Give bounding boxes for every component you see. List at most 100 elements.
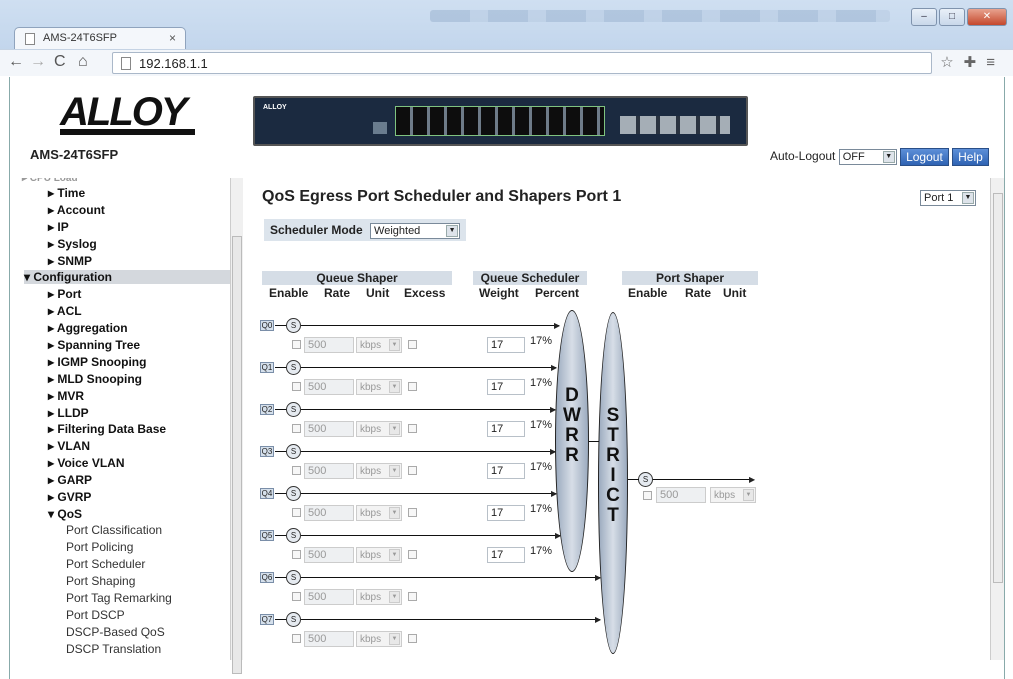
port-shaper-rate-input[interactable]: 500	[656, 487, 706, 503]
sidebar-item[interactable]: ▸ Syslog	[48, 237, 97, 251]
sidebar-item[interactable]: ▸ Voice VLAN	[48, 456, 124, 470]
sidebar-item[interactable]: DSCP Translation	[66, 642, 161, 656]
sidebar-item[interactable]: ▸ Aggregation	[48, 321, 128, 335]
queue-excess-checkbox[interactable]	[408, 382, 417, 391]
sidebar-item[interactable]: ▸ Filtering Data Base	[48, 422, 166, 436]
browser-chrome: AMS-24T6SFP × – □ ✕ ← → C ⌂ 192.168.1.1 …	[0, 0, 1013, 76]
sidebar-item[interactable]: ▸ GARP	[48, 473, 92, 487]
queue-enable-checkbox[interactable]	[292, 340, 301, 349]
queue-excess-checkbox[interactable]	[408, 592, 417, 601]
sidebar-item[interactable]: ▾ Configuration	[24, 270, 230, 284]
queue-excess-checkbox[interactable]	[408, 550, 417, 559]
queue-excess-checkbox[interactable]	[408, 634, 417, 643]
queue-excess-checkbox[interactable]	[408, 508, 417, 517]
queue-enable-checkbox[interactable]	[292, 424, 301, 433]
queue-enable-checkbox[interactable]	[292, 466, 301, 475]
queue-rate-input[interactable]: 500	[304, 463, 354, 479]
queue-rate-input[interactable]: 500	[304, 337, 354, 353]
back-icon[interactable]: ←	[8, 53, 24, 71]
queue-rate-input[interactable]: 500	[304, 505, 354, 521]
sidebar-item[interactable]: ▸ VLAN	[48, 439, 90, 453]
sidebar-item[interactable]: DSCP-Based QoS	[66, 625, 165, 639]
port-shaper-enable-checkbox[interactable]	[643, 491, 652, 500]
browser-tab[interactable]: AMS-24T6SFP ×	[14, 27, 186, 49]
help-button[interactable]: Help	[952, 148, 989, 166]
minimize-icon[interactable]: –	[911, 8, 937, 26]
sidebar-scrollbar[interactable]	[230, 178, 243, 674]
sidebar-item[interactable]: ▸ IP	[48, 220, 69, 234]
maximize-icon[interactable]: □	[939, 8, 965, 26]
queue-unit-select[interactable]: kbps ▼	[356, 589, 402, 605]
queue-percent: 17%	[530, 461, 553, 473]
sidebar-item[interactable]: ▾ QoS	[48, 507, 82, 521]
queue-shaper-circle: S	[286, 528, 301, 543]
sidebar-scroll-thumb[interactable]	[232, 236, 242, 674]
sidebar-item[interactable]: Port Scheduler	[66, 557, 145, 571]
port-select[interactable]: Port 1 ▼	[920, 190, 976, 206]
chevron-down-icon: ▼	[389, 465, 400, 477]
sidebar-item[interactable]: Port Shaping	[66, 574, 135, 588]
main-scroll-thumb[interactable]	[993, 193, 1003, 583]
sidebar-item[interactable]: Port Policing	[66, 540, 133, 554]
queue-rate-input[interactable]: 500	[304, 631, 354, 647]
queue-unit-select[interactable]: kbps ▼	[356, 505, 402, 521]
sidebar-item[interactable]: Port DSCP	[66, 608, 125, 622]
queue-unit-select[interactable]: kbps ▼	[356, 547, 402, 563]
queue-rate-input[interactable]: 500	[304, 547, 354, 563]
sidebar-item[interactable]: ▸ MVR	[48, 389, 84, 403]
port-output-line	[653, 479, 753, 480]
address-bar[interactable]: 192.168.1.1	[112, 52, 932, 74]
queue-weight-input[interactable]: 17	[487, 547, 525, 563]
reload-icon[interactable]: C	[54, 53, 66, 71]
sidebar-item[interactable]: ▸ ACL	[48, 304, 82, 318]
sidebar-item[interactable]: ▸ Account	[48, 203, 105, 217]
close-window-icon[interactable]: ✕	[967, 8, 1007, 26]
queue-excess-checkbox[interactable]	[408, 340, 417, 349]
queue-weight-input[interactable]: 17	[487, 505, 525, 521]
sidebar-item[interactable]: Port Classification	[66, 523, 162, 537]
queue-excess-checkbox[interactable]	[408, 424, 417, 433]
queue-unit-select[interactable]: kbps ▼	[356, 631, 402, 647]
switch-front-panel-image: ALLOY	[253, 96, 748, 146]
toolbar-icons[interactable]: ☆✚≡	[940, 53, 1005, 71]
queue-scheduler-columns: Weight Percent	[479, 286, 580, 300]
sidebar-item[interactable]: ▸ Time	[48, 186, 85, 200]
sidebar-item[interactable]: ▸ IGMP Snooping	[48, 355, 146, 369]
port-select-wrap: Port 1 ▼	[920, 190, 976, 206]
queue-weight-input[interactable]: 17	[487, 463, 525, 479]
queue-unit-select[interactable]: kbps ▼	[356, 337, 402, 353]
main-scrollbar[interactable]	[990, 178, 1004, 660]
home-icon[interactable]: ⌂	[78, 53, 88, 71]
queue-enable-checkbox[interactable]	[292, 508, 301, 517]
queue-rate-input[interactable]: 500	[304, 421, 354, 437]
queue-enable-checkbox[interactable]	[292, 592, 301, 601]
queue-shaper-circle: S	[286, 486, 301, 501]
tab-close-icon[interactable]: ×	[169, 31, 176, 45]
queue-weight-input[interactable]: 17	[487, 421, 525, 437]
sidebar-item[interactable]: ▸ SNMP	[48, 254, 92, 268]
forward-icon[interactable]: →	[30, 53, 46, 71]
queue-enable-checkbox[interactable]	[292, 634, 301, 643]
sidebar-item[interactable]: ▸ GVRP	[48, 490, 91, 504]
queue-unit-select[interactable]: kbps ▼	[356, 421, 402, 437]
queue-weight-input[interactable]: 17	[487, 379, 525, 395]
queue-unit-select[interactable]: kbps ▼	[356, 379, 402, 395]
sidebar-item[interactable]: ▸ Spanning Tree	[48, 338, 140, 352]
sidebar-item[interactable]: ▸ MLD Snooping	[48, 372, 142, 386]
sidebar-item[interactable]: Port Tag Remarking	[66, 591, 172, 605]
arrow-right-icon: ▶	[550, 447, 557, 456]
port-shaper-unit-select[interactable]: kbps ▼	[710, 487, 756, 503]
queue-enable-checkbox[interactable]	[292, 550, 301, 559]
auto-logout-select[interactable]: OFF ▼	[838, 149, 897, 165]
logout-button[interactable]: Logout	[900, 148, 949, 166]
queue-excess-checkbox[interactable]	[408, 466, 417, 475]
queue-weight-input[interactable]: 17	[487, 337, 525, 353]
queue-unit-select[interactable]: kbps ▼	[356, 463, 402, 479]
sidebar-item[interactable]: ▸ LLDP	[48, 406, 89, 420]
queue-label: Q7	[260, 614, 274, 625]
scheduler-mode-select[interactable]: Weighted ▼	[370, 223, 461, 239]
queue-enable-checkbox[interactable]	[292, 382, 301, 391]
queue-rate-input[interactable]: 500	[304, 379, 354, 395]
sidebar-item[interactable]: ▸ Port	[48, 287, 81, 301]
queue-rate-input[interactable]: 500	[304, 589, 354, 605]
